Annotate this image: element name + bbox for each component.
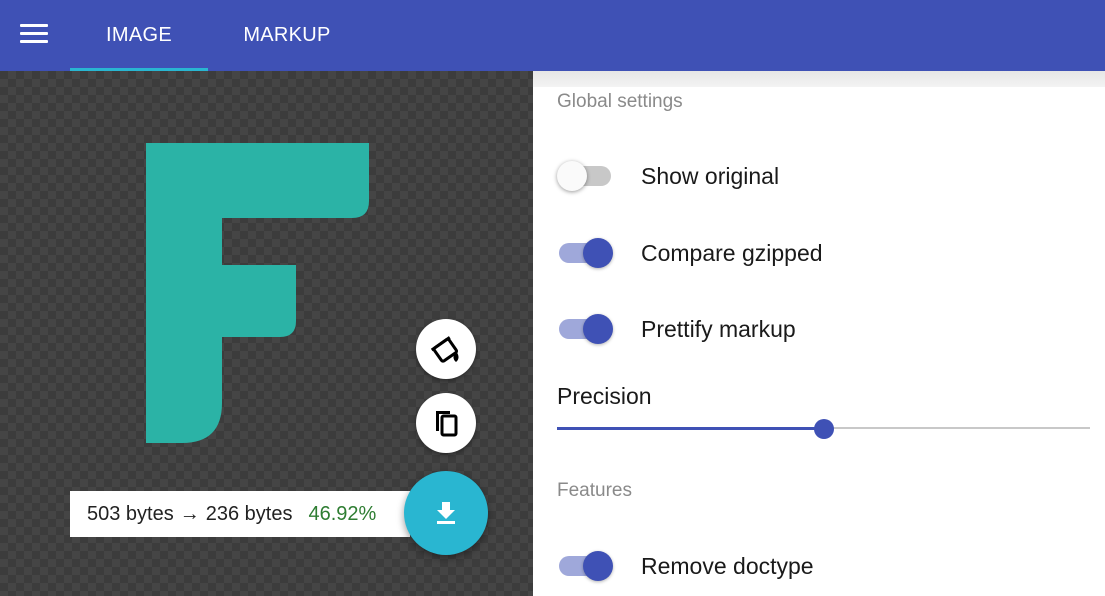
precision-label: Precision (557, 383, 652, 409)
results-card: 503 bytes → 236 bytes 46.92% (70, 491, 410, 537)
remove-doctype-label: Remove doctype (641, 553, 814, 579)
arrow-icon: → (179, 502, 200, 525)
download-button[interactable] (404, 471, 488, 555)
features-title: Features (557, 480, 632, 501)
panel-shadow (533, 71, 1105, 87)
tab-markup[interactable]: MARKUP (220, 0, 354, 71)
compare-gzipped-row[interactable]: Compare gzipped (557, 233, 1057, 273)
background-toggle-button[interactable] (416, 319, 476, 379)
copy-button[interactable] (416, 393, 476, 453)
global-settings-title: Global settings (557, 91, 683, 112)
compare-gzipped-switch[interactable] (557, 233, 615, 273)
remove-doctype-row[interactable]: Remove doctype (557, 546, 1057, 586)
format-color-fill-icon (430, 336, 459, 363)
savings-percent: 46.92% (308, 502, 377, 525)
precision-slider[interactable] (557, 417, 1090, 441)
optimized-size: 236 bytes (205, 502, 293, 525)
hamburger-menu-icon[interactable] (20, 24, 48, 44)
download-icon (437, 502, 455, 524)
slider-fill (557, 427, 824, 430)
slider-thumb[interactable] (814, 419, 834, 439)
show-original-label: Show original (641, 163, 780, 189)
preview-image (146, 143, 369, 443)
remove-doctype-switch[interactable] (557, 546, 615, 586)
compare-gzipped-label: Compare gzipped (641, 240, 823, 266)
show-original-row[interactable]: Show original (557, 156, 1057, 196)
original-size: 503 bytes (87, 502, 174, 525)
settings-panel: Global settings Show original Compare gz… (533, 71, 1105, 596)
app-bar: IMAGE MARKUP (0, 0, 1105, 71)
prettify-markup-switch[interactable] (557, 309, 615, 349)
prettify-markup-row[interactable]: Prettify markup (557, 309, 1057, 349)
image-preview-panel[interactable]: 503 bytes → 236 bytes 46.92% (0, 71, 533, 596)
copy-icon (436, 411, 458, 437)
show-original-switch[interactable] (557, 156, 615, 196)
tab-image[interactable]: IMAGE (70, 0, 208, 71)
prettify-markup-label: Prettify markup (641, 316, 796, 342)
